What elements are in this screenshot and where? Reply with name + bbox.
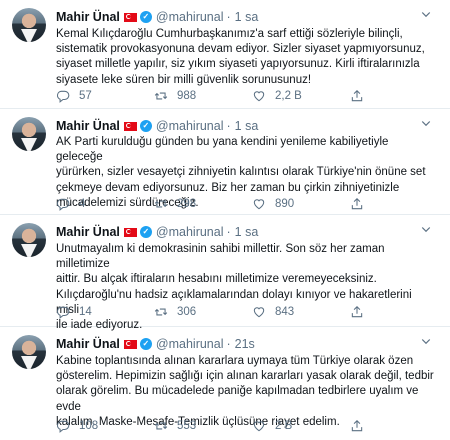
chevron-down-icon[interactable] [418, 223, 434, 239]
reply-icon [56, 90, 70, 103]
author-name[interactable]: Mahir Ünal [56, 225, 120, 239]
share-button[interactable] [350, 419, 373, 433]
tweet[interactable]: Mahir Ünal ✓ @mahirunal · 1 sa Kemal Kıl… [0, 0, 450, 109]
avatar[interactable] [12, 335, 46, 369]
turkey-flag-icon [123, 121, 137, 131]
tweet-actions: 14 306 843 [56, 304, 436, 320]
retweet-count: 306 [177, 306, 197, 318]
reply-button[interactable]: 57 [56, 89, 154, 103]
like-count: 890 [275, 198, 295, 210]
separator-dot: · [226, 225, 231, 239]
tweet-header: Mahir Ünal ✓ @mahirunal · 21s [56, 336, 255, 352]
reply-button[interactable]: 108 [56, 419, 154, 433]
share-button[interactable] [350, 305, 373, 319]
reply-button[interactable]: 4 [56, 197, 154, 211]
like-button[interactable]: 2 B [252, 419, 350, 433]
separator-dot: · [226, 10, 231, 24]
retweet-button[interactable]: 988 [154, 89, 252, 103]
chevron-down-icon[interactable] [418, 117, 434, 133]
timestamp[interactable]: 21s [235, 337, 255, 351]
share-button[interactable] [350, 197, 373, 211]
author-handle[interactable]: @mahirunal [156, 119, 224, 133]
verified-badge-icon: ✓ [139, 338, 152, 350]
retweet-count: 298 [177, 198, 197, 210]
verified-badge-icon: ✓ [139, 226, 152, 238]
timestamp[interactable]: 1 sa [235, 10, 259, 24]
author-name[interactable]: Mahir Ünal [56, 119, 120, 133]
retweet-icon [154, 422, 168, 430]
tweet-actions: 57 988 2,2 B [56, 88, 436, 104]
retweet-icon [154, 308, 168, 316]
share-icon [351, 198, 363, 210]
reply-count: 108 [79, 420, 99, 432]
reply-icon [56, 306, 70, 319]
reply-button[interactable]: 14 [56, 305, 154, 319]
author-handle[interactable]: @mahirunal [156, 337, 224, 351]
like-icon [253, 199, 265, 210]
share-button[interactable] [350, 89, 373, 103]
turkey-flag-icon [123, 339, 137, 349]
retweet-button[interactable]: 306 [154, 305, 252, 319]
tweet-header: Mahir Ünal ✓ @mahirunal · 1 sa [56, 118, 258, 134]
tweet-feed: Mahir Ünal ✓ @mahirunal · 1 sa Kemal Kıl… [0, 0, 450, 440]
tweet[interactable]: Mahir Ünal ✓ @mahirunal · 21s Kabine top… [0, 327, 450, 440]
tweet-text: Kemal Kılıçdaroğlu Cumhurbaşkanımız'a sa… [56, 28, 425, 86]
retweet-count: 553 [177, 420, 197, 432]
avatar[interactable] [12, 223, 46, 257]
like-button[interactable]: 2,2 B [252, 89, 350, 103]
separator-dot: · [226, 337, 231, 351]
verified-badge-icon: ✓ [139, 11, 152, 23]
chevron-down-icon[interactable] [418, 335, 434, 351]
like-button[interactable]: 843 [252, 305, 350, 319]
retweet-button[interactable]: 298 [154, 197, 252, 211]
author-name[interactable]: Mahir Ünal [56, 337, 120, 351]
author-handle[interactable]: @mahirunal [156, 10, 224, 24]
tweet-header: Mahir Ünal ✓ @mahirunal · 1 sa [56, 224, 258, 240]
share-icon [351, 306, 363, 318]
reply-icon [56, 420, 70, 433]
avatar[interactable] [12, 117, 46, 151]
retweet-button[interactable]: 553 [154, 419, 252, 433]
like-count: 2 B [275, 420, 293, 432]
avatar[interactable] [12, 8, 46, 42]
verified-badge-icon: ✓ [139, 120, 152, 132]
chevron-down-icon[interactable] [418, 8, 434, 24]
like-icon [253, 91, 265, 102]
separator-dot: · [226, 119, 231, 133]
tweet[interactable]: Mahir Ünal ✓ @mahirunal · 1 sa Unutmayal… [0, 215, 450, 331]
like-icon [253, 307, 265, 318]
reply-count: 4 [79, 198, 86, 210]
turkey-flag-icon [123, 12, 137, 22]
reply-count: 14 [79, 306, 92, 318]
timestamp[interactable]: 1 sa [235, 119, 259, 133]
like-button[interactable]: 890 [252, 197, 350, 211]
like-icon [253, 421, 265, 432]
tweet[interactable]: Mahir Ünal ✓ @mahirunal · 1 sa AK Parti … [0, 109, 450, 215]
reply-count: 57 [79, 90, 92, 102]
tweet-actions: 4 298 890 [56, 196, 436, 212]
turkey-flag-icon [123, 227, 137, 237]
retweet-count: 988 [177, 90, 197, 102]
reply-icon [56, 198, 70, 211]
tweet-actions: 108 553 2 B [56, 418, 436, 434]
share-icon [351, 420, 363, 432]
like-count: 2,2 B [275, 90, 302, 102]
tweet-header: Mahir Ünal ✓ @mahirunal · 1 sa [56, 9, 258, 25]
timestamp[interactable]: 1 sa [235, 225, 259, 239]
retweet-icon [154, 92, 168, 100]
share-icon [351, 90, 363, 102]
author-name[interactable]: Mahir Ünal [56, 10, 120, 24]
author-handle[interactable]: @mahirunal [156, 225, 224, 239]
retweet-icon [154, 200, 168, 208]
like-count: 843 [275, 306, 295, 318]
